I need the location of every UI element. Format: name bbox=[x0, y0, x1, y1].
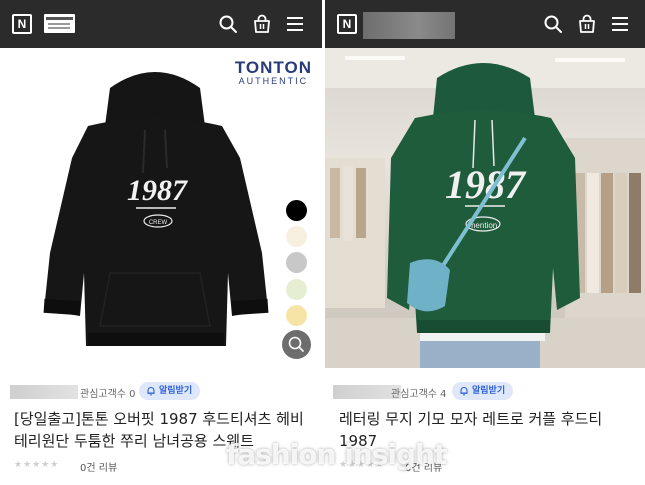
hoodie-print-text: 1987 bbox=[127, 174, 188, 207]
color-swatch-mint[interactable] bbox=[286, 279, 307, 300]
product-card-left: N 1987 CREW TONTON AUTHENTIC 관심고객수 0 알림받… bbox=[0, 0, 322, 485]
top-bar: N bbox=[325, 0, 645, 48]
hamburger-menu-icon[interactable] bbox=[610, 14, 630, 34]
review-count[interactable]: 0건 리뷰 bbox=[80, 459, 117, 474]
zoom-button[interactable] bbox=[282, 330, 311, 359]
naver-n-icon[interactable]: N bbox=[12, 14, 32, 34]
hoodie-patch-text: CREW bbox=[149, 220, 168, 226]
black-hoodie-image: 1987 CREW bbox=[43, 72, 269, 346]
hamburger-menu-icon[interactable] bbox=[285, 14, 305, 34]
color-swatch-yellow[interactable] bbox=[286, 305, 307, 326]
product-image[interactable]: 1987 CREW TONTON AUTHENTIC bbox=[0, 48, 322, 368]
alarm-button-label: 알림받기 bbox=[472, 386, 506, 396]
brand-logo-subtext: AUTHENTIC bbox=[238, 76, 309, 86]
product-card-right: N 1987 mention 관심고객수 4 알림받기 레터링 무지 기모 모자… bbox=[325, 0, 645, 485]
bell-icon bbox=[147, 387, 155, 396]
store-logo[interactable] bbox=[44, 14, 75, 33]
store-logo-blurred[interactable] bbox=[363, 12, 455, 39]
green-hoodie-store-photo: 1987 mention bbox=[325, 48, 645, 368]
top-bar: N bbox=[0, 0, 322, 48]
color-swatch-gray[interactable] bbox=[286, 252, 307, 273]
color-swatch-cream[interactable] bbox=[286, 226, 307, 247]
alarm-button[interactable]: 알림받기 bbox=[139, 382, 201, 400]
zoom-search-icon bbox=[288, 336, 304, 352]
alarm-button-label: 알림받기 bbox=[159, 386, 193, 396]
bell-icon bbox=[460, 387, 468, 396]
brand-logo: TONTON AUTHENTIC bbox=[235, 58, 312, 86]
search-icon[interactable] bbox=[543, 14, 563, 34]
color-swatch-black[interactable] bbox=[286, 200, 307, 221]
search-icon[interactable] bbox=[218, 14, 238, 34]
interest-count: 관심고객수 0 bbox=[80, 389, 136, 400]
brand-logo-text: TONTON bbox=[234, 58, 312, 77]
naver-n-icon[interactable]: N bbox=[337, 14, 357, 34]
product-image[interactable]: 1987 mention bbox=[325, 48, 645, 368]
interest-count: 관심고객수 4 bbox=[391, 389, 447, 400]
shopping-bag-icon[interactable] bbox=[577, 14, 597, 34]
shopping-bag-icon[interactable] bbox=[252, 14, 272, 34]
seller-name-blurred bbox=[10, 385, 78, 399]
watermark-text: fashion insight bbox=[226, 438, 447, 471]
alarm-button[interactable]: 알림받기 bbox=[452, 382, 514, 400]
rating-stars: ★★★★★ bbox=[14, 460, 60, 470]
